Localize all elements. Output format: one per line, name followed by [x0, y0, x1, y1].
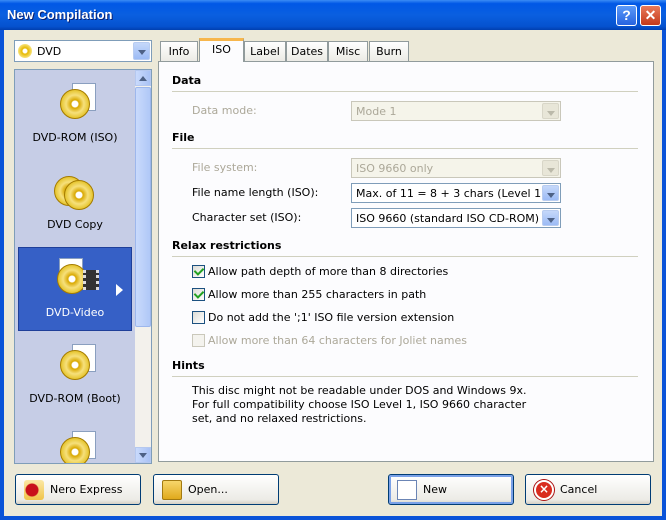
tab-misc[interactable]: Misc: [328, 41, 368, 61]
scroll-thumb[interactable]: [135, 87, 151, 327]
dvd-copy-second-disc-icon: [64, 180, 94, 210]
path-depth-label[interactable]: Allow path depth of more than 8 director…: [208, 265, 448, 278]
scroll-up-icon[interactable]: [135, 70, 151, 86]
tab-dates[interactable]: Dates: [286, 41, 328, 61]
close-button[interactable]: ✕: [640, 5, 661, 26]
data-mode-value: Mode 1: [356, 105, 397, 118]
media-type-select[interactable]: DVD: [14, 40, 152, 62]
file-group-title: File: [172, 131, 195, 144]
path-depth-checkbox[interactable]: [192, 265, 205, 278]
no-version-ext-label[interactable]: Do not add the ';1' ISO file version ext…: [208, 311, 454, 324]
type-item-dvd-copy[interactable]: DVD Copy: [18, 160, 132, 244]
data-group-title: Data: [172, 74, 202, 87]
joliet-names-checkbox: [192, 334, 205, 347]
type-item-label: DVD Copy: [47, 218, 103, 231]
dvd-disc-icon: [60, 437, 90, 463]
file-name-length-select[interactable]: Max. of 11 = 8 + 3 chars (Level 1): [351, 183, 561, 203]
open-button[interactable]: Open...: [153, 474, 279, 505]
type-item-label: DVD-ROM (Boot): [29, 392, 121, 405]
film-strip-icon: [83, 270, 99, 290]
type-item-dvd-rom-iso[interactable]: DVD-ROM (ISO): [18, 73, 132, 157]
path-chars-label[interactable]: Allow more than 255 characters in path: [208, 288, 426, 301]
character-set-label: Character set (ISO):: [192, 211, 302, 224]
chevron-down-icon[interactable]: [542, 210, 559, 226]
title-bar: New Compilation ? ✕: [0, 0, 666, 30]
dvd-disc-icon: [18, 44, 32, 58]
no-version-ext-checkbox[interactable]: [192, 311, 205, 324]
cancel-label: Cancel: [560, 483, 598, 496]
new-document-icon: [397, 480, 417, 500]
file-system-value: ISO 9660 only: [356, 162, 434, 175]
media-type-value: DVD: [37, 45, 62, 58]
new-button[interactable]: New: [388, 474, 514, 505]
tab-info[interactable]: Info: [160, 41, 198, 61]
nero-express-label: Nero Express: [50, 483, 123, 496]
hints-text: This disc might not be readable under DO…: [192, 384, 527, 425]
cancel-icon: ×: [534, 480, 554, 500]
file-system-select: ISO 9660 only: [351, 158, 561, 178]
selected-arrow-icon: [116, 284, 123, 296]
scroll-down-icon[interactable]: [135, 447, 151, 463]
type-item-partial[interactable]: [18, 421, 132, 463]
group-divider: [172, 376, 638, 377]
dialog-client: DVD DVD-ROM (ISO) DVD Copy DVD-Video DVD…: [4, 30, 662, 516]
nero-express-button[interactable]: Nero Express: [15, 474, 141, 505]
chevron-down-icon: [542, 160, 559, 176]
new-label: New: [423, 483, 447, 496]
cancel-button[interactable]: × Cancel: [525, 474, 651, 505]
joliet-names-label: Allow more than 64 characters for Joliet…: [208, 334, 467, 347]
help-button[interactable]: ?: [616, 5, 637, 26]
group-divider: [172, 148, 638, 149]
tab-label[interactable]: Label: [244, 41, 286, 61]
new-compilation-window: New Compilation ? ✕ DVD DVD-ROM (ISO) DV…: [0, 0, 666, 520]
file-name-length-value: Max. of 11 = 8 + 3 chars (Level 1): [356, 187, 546, 200]
dvd-rom-boot-icon: [60, 350, 90, 380]
type-item-dvd-video[interactable]: DVD-Video: [18, 247, 132, 331]
open-label: Open...: [188, 483, 228, 496]
chevron-down-icon[interactable]: [133, 42, 150, 60]
type-item-label: DVD-ROM (ISO): [32, 131, 118, 144]
data-mode-select: Mode 1: [351, 101, 561, 121]
data-mode-label: Data mode:: [192, 104, 257, 117]
path-chars-checkbox[interactable]: [192, 288, 205, 301]
file-name-length-label: File name length (ISO):: [192, 186, 319, 199]
dvd-rom-iso-icon: [60, 89, 90, 119]
group-divider: [172, 256, 638, 257]
type-list-scrollbar[interactable]: [135, 70, 151, 463]
character-set-value: ISO 9660 (standard ISO CD-ROM): [356, 212, 540, 225]
type-item-dvd-rom-boot[interactable]: DVD-ROM (Boot): [18, 334, 132, 418]
nero-logo-icon: [24, 480, 44, 500]
open-folder-icon: [162, 480, 182, 500]
relax-group-title: Relax restrictions: [172, 239, 282, 252]
group-divider: [172, 91, 638, 92]
chevron-down-icon[interactable]: [542, 185, 559, 201]
compilation-type-list: DVD-ROM (ISO) DVD Copy DVD-Video DVD-ROM…: [14, 69, 152, 464]
character-set-select[interactable]: ISO 9660 (standard ISO CD-ROM): [351, 208, 561, 228]
chevron-down-icon: [542, 103, 559, 119]
file-system-label: File system:: [192, 161, 258, 174]
type-item-label: DVD-Video: [45, 306, 105, 319]
hints-group-title: Hints: [172, 359, 205, 372]
window-title: New Compilation: [7, 7, 113, 22]
tab-burn[interactable]: Burn: [369, 41, 409, 61]
iso-tab-panel: Data Data mode: Mode 1 File File system:…: [158, 61, 654, 462]
tab-iso[interactable]: ISO: [199, 38, 244, 62]
